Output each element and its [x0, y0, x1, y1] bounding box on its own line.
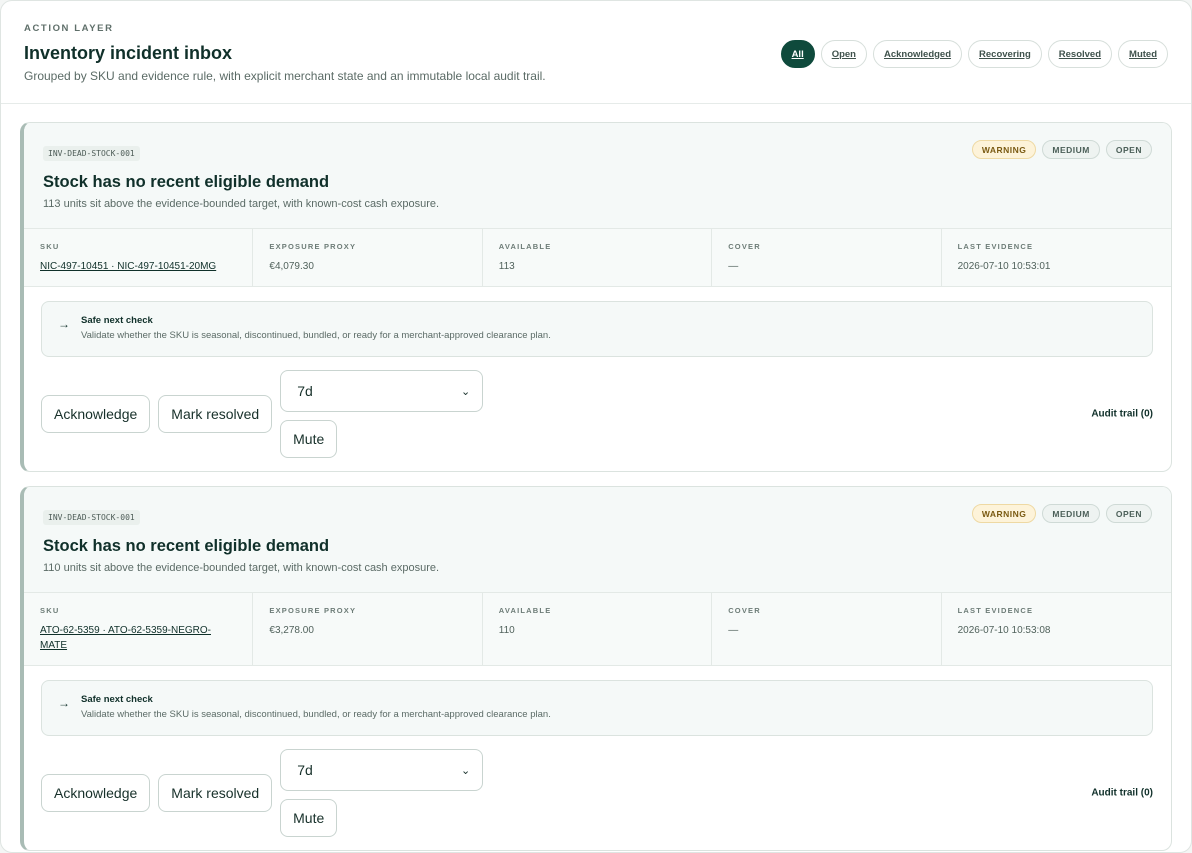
incident-actions: Acknowledge Mark resolved 7d ⌄ Mute Audi… [24, 357, 1171, 471]
metric-value: — [728, 261, 739, 272]
metric-value: — [728, 625, 739, 636]
metric-sku: SKU NIC-497-10451 · NIC-497-10451-20MG [24, 229, 254, 286]
incident-metrics: SKU ATO-62-5359 · ATO-62-5359-NEGRO-MATE… [24, 593, 1171, 666]
status-badge: OPEN [1105, 504, 1152, 523]
incident-code: INV-DEAD-STOCK-001 [43, 510, 140, 525]
mute-button[interactable]: Mute [280, 799, 338, 837]
acknowledge-button[interactable]: Acknowledge [41, 774, 151, 812]
metric-value: €3,278.00 [269, 625, 314, 636]
check-text: Validate whether the SKU is seasonal, di… [81, 330, 551, 341]
mute-duration-select[interactable]: 7d ⌄ [280, 749, 484, 791]
metric-available: AVAILABLE 110 [483, 593, 713, 665]
metric-value: 110 [498, 625, 515, 636]
filter-acknowledged[interactable]: Acknowledged [872, 40, 963, 68]
metric-last-evidence: LAST EVIDENCE 2026-07-10 10:53:01 [942, 229, 1171, 286]
page-subtitle: Grouped by SKU and evidence rule, with e… [24, 69, 546, 83]
severity-badge: WARNING [971, 504, 1037, 523]
metric-label: COVER [728, 606, 761, 615]
incident-code: INV-DEAD-STOCK-001 [43, 146, 140, 161]
metric-label: AVAILABLE [498, 242, 552, 251]
metric-sku: SKU ATO-62-5359 · ATO-62-5359-NEGRO-MATE [24, 593, 254, 665]
incident-card: INV-DEAD-STOCK-001 Stock has no recent e… [20, 486, 1172, 851]
incident-actions: Acknowledge Mark resolved 7d ⌄ Mute Audi… [24, 736, 1171, 850]
metric-label: EXPOSURE PROXY [269, 606, 357, 615]
filter-recovering[interactable]: Recovering [968, 40, 1042, 68]
filter-resolved[interactable]: Resolved [1047, 40, 1113, 68]
safe-next-check: → Safe next check Validate whether the S… [41, 301, 1153, 357]
priority-badge: MEDIUM [1042, 504, 1100, 523]
metric-exposure: EXPOSURE PROXY €4,079.30 [253, 229, 483, 286]
incident-list: INV-DEAD-STOCK-001 Stock has no recent e… [1, 104, 1191, 851]
metric-value: 113 [498, 261, 515, 272]
metric-value: €4,079.30 [269, 261, 314, 272]
mute-button[interactable]: Mute [280, 420, 338, 458]
metric-available: AVAILABLE 113 [483, 229, 713, 286]
incident-title: Stock has no recent eligible demand [43, 173, 330, 191]
metric-last-evidence: LAST EVIDENCE 2026-07-10 10:53:08 [942, 593, 1171, 665]
sku-link[interactable]: ATO-62-5359 · ATO-62-5359-NEGRO-MATE [40, 625, 211, 651]
mark-resolved-button[interactable]: Mark resolved [158, 774, 273, 812]
arrow-right-icon: → [58, 696, 70, 710]
chevron-down-icon: ⌄ [460, 764, 471, 777]
metric-label: LAST EVIDENCE [957, 606, 1034, 615]
severity-badge: WARNING [971, 140, 1037, 159]
sku-link[interactable]: NIC-497-10451 · NIC-497-10451-20MG [40, 261, 216, 272]
metric-cover: COVER — [712, 593, 942, 665]
metric-value: 2026-07-10 10:53:08 [957, 625, 1051, 636]
metric-label: EXPOSURE PROXY [269, 242, 357, 251]
metric-label: LAST EVIDENCE [957, 242, 1034, 251]
filter-muted[interactable]: Muted [1118, 40, 1168, 68]
incident-card: INV-DEAD-STOCK-001 Stock has no recent e… [20, 122, 1172, 472]
incident-badges: WARNING MEDIUM OPEN [971, 140, 1152, 159]
metric-label: SKU [40, 606, 60, 615]
filter-open[interactable]: Open [820, 40, 867, 68]
status-badge: OPEN [1105, 140, 1152, 159]
mute-controls: 7d ⌄ Mute [280, 749, 484, 837]
check-title: Safe next check [81, 694, 153, 705]
page-header: ACTION LAYER Inventory incident inbox Gr… [1, 1, 1191, 104]
mute-controls: 7d ⌄ Mute [280, 370, 484, 458]
safe-next-check: → Safe next check Validate whether the S… [41, 680, 1153, 736]
metric-label: AVAILABLE [498, 606, 552, 615]
priority-badge: MEDIUM [1042, 140, 1100, 159]
eyebrow: ACTION LAYER [24, 23, 114, 34]
mute-duration-select[interactable]: 7d ⌄ [280, 370, 484, 412]
check-title: Safe next check [81, 315, 153, 326]
check-text: Validate whether the SKU is seasonal, di… [81, 709, 551, 720]
incident-description: 110 units sit above the evidence-bounded… [43, 562, 440, 574]
filter-all[interactable]: All [780, 40, 815, 68]
mute-duration-value: 7d [297, 762, 313, 778]
filter-chips: All Open Acknowledged Recovering Resolve… [780, 40, 1168, 68]
chevron-down-icon: ⌄ [460, 385, 471, 398]
incident-card-header: INV-DEAD-STOCK-001 Stock has no recent e… [24, 123, 1171, 229]
acknowledge-button[interactable]: Acknowledge [41, 395, 151, 433]
metric-value: 2026-07-10 10:53:01 [957, 261, 1051, 272]
incident-description: 113 units sit above the evidence-bounded… [43, 198, 440, 210]
mute-duration-value: 7d [297, 383, 313, 399]
incident-metrics: SKU NIC-497-10451 · NIC-497-10451-20MG E… [24, 229, 1171, 287]
audit-trail-link[interactable]: Audit trail (0) [1091, 409, 1153, 420]
metric-label: SKU [40, 242, 60, 251]
metric-label: COVER [728, 242, 761, 251]
incident-title: Stock has no recent eligible demand [43, 537, 330, 555]
incident-badges: WARNING MEDIUM OPEN [971, 504, 1152, 523]
app-frame: ACTION LAYER Inventory incident inbox Gr… [0, 0, 1192, 853]
metric-cover: COVER — [712, 229, 942, 286]
arrow-right-icon: → [58, 317, 70, 331]
incident-card-header: INV-DEAD-STOCK-001 Stock has no recent e… [24, 487, 1171, 593]
metric-exposure: EXPOSURE PROXY €3,278.00 [253, 593, 483, 665]
mark-resolved-button[interactable]: Mark resolved [158, 395, 273, 433]
audit-trail-link[interactable]: Audit trail (0) [1091, 788, 1153, 799]
